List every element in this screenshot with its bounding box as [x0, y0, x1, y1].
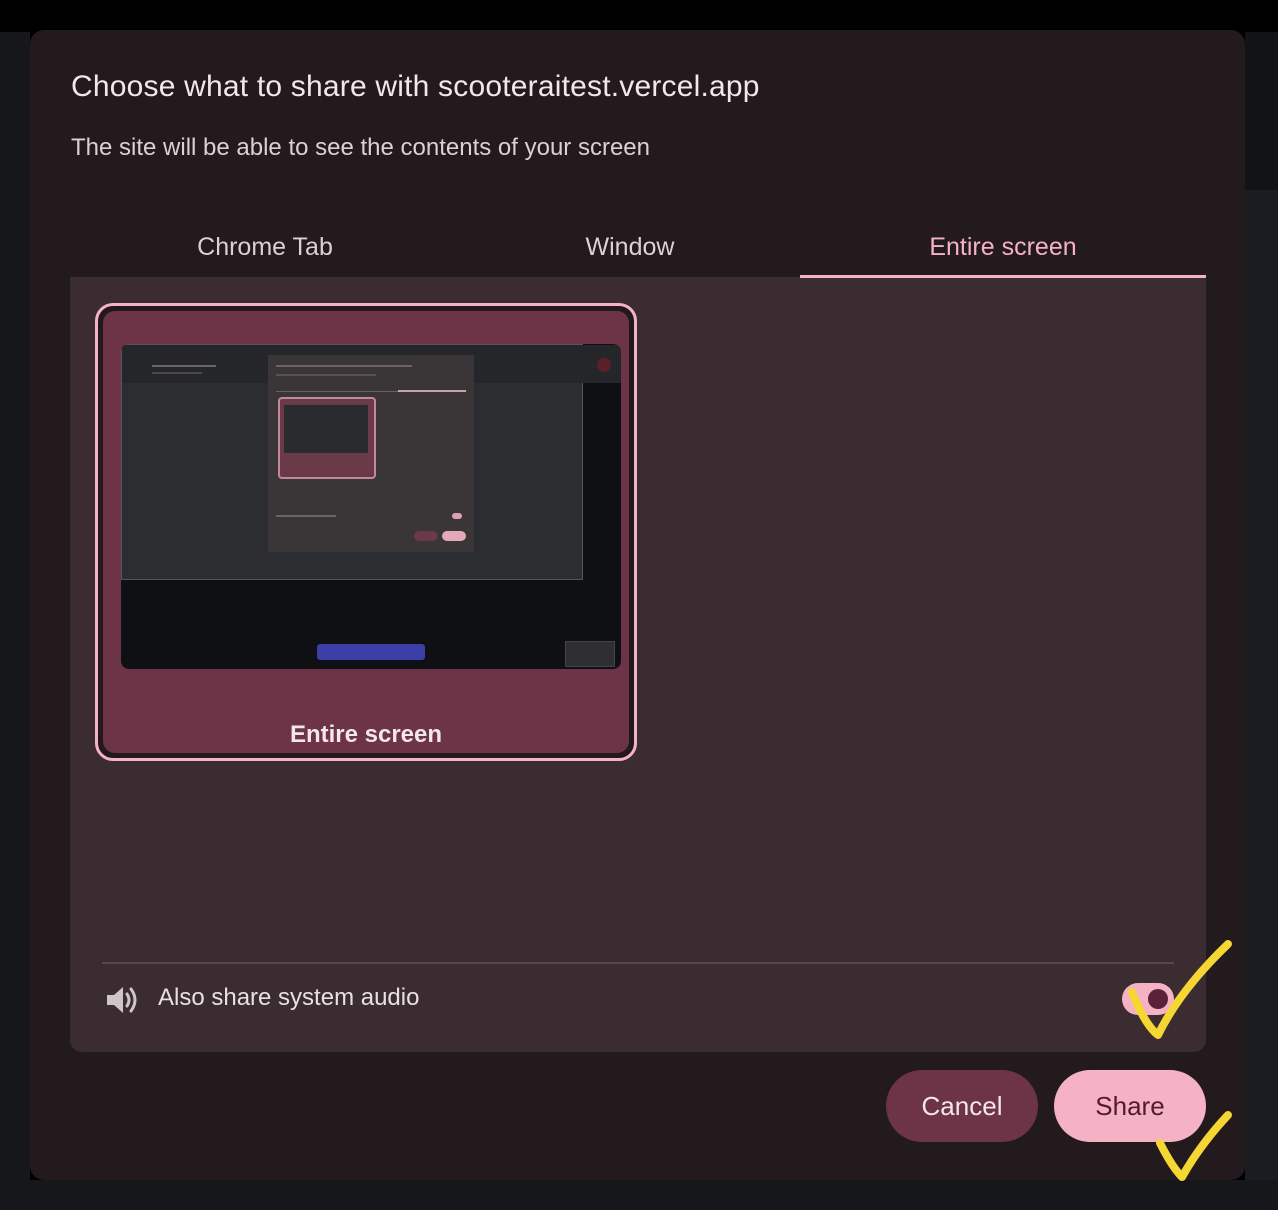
audio-divider	[102, 962, 1174, 964]
backdrop-page	[0, 32, 30, 1210]
source-card-background: Entire screen	[103, 311, 629, 753]
thumbnail-cancel	[414, 531, 438, 541]
backdrop-page-right-lower	[1245, 190, 1278, 1210]
thumbnail-record-indicator	[597, 358, 611, 372]
thumbnail-text	[152, 372, 202, 374]
system-audio-toggle[interactable]	[1122, 983, 1174, 1015]
cancel-button[interactable]: Cancel	[886, 1070, 1038, 1142]
source-panel: Entire screen Also share system audio	[70, 278, 1206, 1052]
screen-share-dialog: Choose what to share with scooteraitest.…	[30, 30, 1245, 1180]
screen-thumbnail	[121, 344, 621, 669]
thumbnail-text	[152, 365, 216, 367]
thumbnail-dialog	[268, 355, 474, 552]
thumbnail-text	[276, 365, 412, 367]
tab-entire-screen[interactable]: Entire screen	[800, 218, 1206, 279]
thumbnail-toggle	[452, 513, 462, 519]
dialog-subtitle: The site will be able to see the content…	[71, 134, 650, 161]
share-button[interactable]: Share	[1054, 1070, 1206, 1142]
toggle-knob	[1148, 989, 1168, 1009]
thumbnail-desktop	[121, 344, 621, 580]
thumbnail-camera-preview	[565, 641, 615, 667]
thumbnail-card-screen	[284, 405, 368, 453]
thumbnail-share	[442, 531, 466, 541]
source-card-label: Entire screen	[289, 721, 443, 748]
source-card-entire-screen[interactable]: Entire screen	[95, 303, 637, 761]
tab-window[interactable]: Window	[460, 218, 800, 277]
speaker-icon	[107, 987, 137, 1013]
system-audio-label: Also share system audio	[158, 984, 420, 1011]
backdrop-page-bottom	[0, 1180, 1278, 1210]
system-audio-row: Also share system audio	[102, 978, 1174, 1022]
tab-chrome-tab[interactable]: Chrome Tab	[70, 218, 460, 277]
thumbnail-active-tab	[398, 390, 466, 392]
dialog-title: Choose what to share with scooteraitest.…	[71, 70, 760, 103]
thumbnail-taskbar-button	[317, 644, 425, 660]
thumbnail-card	[278, 397, 376, 479]
source-type-tabs: Chrome Tab Window Entire screen	[70, 218, 1206, 279]
thumbnail-text	[276, 374, 376, 376]
thumbnail-text	[276, 515, 336, 517]
